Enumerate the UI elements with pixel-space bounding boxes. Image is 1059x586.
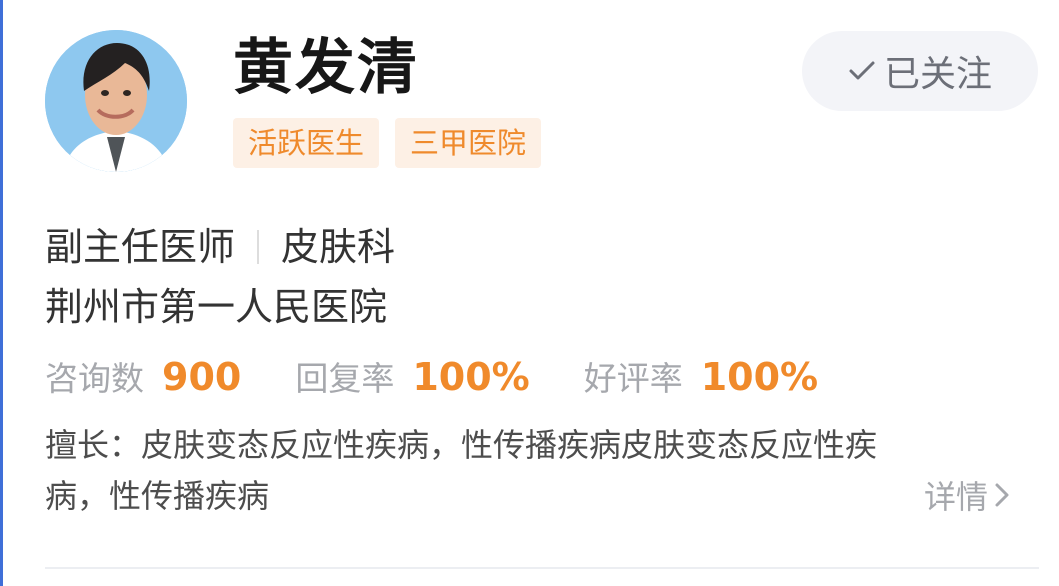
followed-button-label: 已关注 [883, 54, 992, 95]
tertiary-hospital-tag: 三甲医院 [395, 118, 542, 168]
reply-rate-value: 100% [412, 355, 530, 399]
doctor-card[interactable]: 黄发清 活跃医生 三甲医院 已关注 副主任医师 皮肤科 荆州市第一人民医院 咨询… [0, 0, 1059, 586]
doctor-title-row: 副主任医师 皮肤科 [45, 222, 395, 272]
followed-button[interactable]: 已关注 [802, 31, 1038, 111]
title-divider [257, 230, 260, 264]
doctor-name: 黄发清 [233, 33, 419, 103]
check-icon [848, 59, 876, 83]
consultations-label: 咨询数 [45, 359, 144, 398]
doctor-department: 皮肤科 [281, 225, 396, 269]
doctor-avatar [45, 30, 187, 172]
chevron-right-icon [994, 472, 1010, 522]
doctor-hospital: 荆州市第一人民医院 [45, 285, 388, 329]
reply-rate-label: 回复率 [295, 359, 395, 398]
doctor-stats: 咨询数 900 回复率 100% 好评率 100% [45, 352, 818, 404]
card-bottom-divider [45, 567, 1039, 569]
positive-rate-label: 好评率 [583, 359, 683, 398]
doctor-speciality: 擅长：皮肤变态反应性疾病，性传播疾病皮肤变态反应性疾病，性传播疾病 [45, 426, 878, 515]
doctor-tags: 活跃医生 三甲医院 [233, 118, 542, 168]
details-label: 详情 [924, 478, 989, 516]
positive-rate-value: 100% [700, 355, 819, 399]
card-edge [0, 0, 3, 586]
doctor-title: 副主任医师 [45, 225, 236, 269]
active-doctor-tag: 活跃医生 [233, 118, 380, 168]
consultations-value: 900 [162, 355, 242, 399]
details-link[interactable]: 详情 [924, 472, 1010, 522]
